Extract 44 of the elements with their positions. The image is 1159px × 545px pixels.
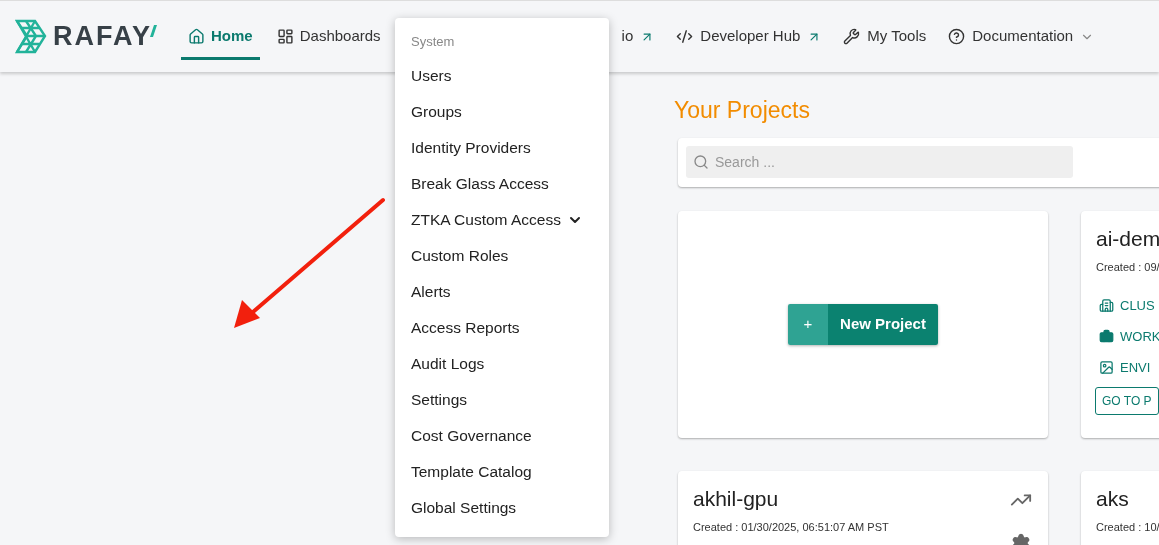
menu-item[interactable]: Groups [395, 94, 609, 130]
resource-link[interactable]: ENVI [1099, 357, 1159, 379]
nav-tab[interactable]: My Tools [843, 16, 927, 60]
menu-item[interactable]: Custom Roles [395, 238, 609, 274]
help-icon [948, 28, 966, 45]
menu-item[interactable]: Alerts [395, 274, 609, 310]
page-title: Your Projects [674, 96, 811, 125]
nav-tab[interactable]: io [621, 16, 655, 60]
search-field[interactable]: Search ... [686, 146, 1073, 179]
logo[interactable]: RAFAY [15, 19, 158, 54]
search-icon [693, 154, 709, 171]
logo-tick-icon [150, 24, 158, 37]
project-name: ai-dem [1096, 225, 1159, 252]
nav-tab[interactable]: Home [181, 16, 260, 60]
nav-tab[interactable]: Developer Hub [676, 16, 822, 60]
nav-tab[interactable]: Documentation [948, 16, 1095, 60]
created-date: Created : 01/30/2025, 06:51:07 AM PST [693, 519, 889, 535]
code-icon [676, 28, 694, 45]
logo-text: RAFAY [53, 23, 153, 50]
home-icon [188, 28, 206, 45]
project-name: aks [1096, 485, 1129, 512]
go-to-project-button[interactable]: GO TO P [1095, 387, 1159, 416]
dashboard-icon [276, 28, 294, 45]
created-date: Created : 10/ [1096, 519, 1159, 535]
project-name: akhil-gpu [693, 485, 779, 512]
created-date: Created : 09/ [1096, 259, 1159, 275]
menu-item[interactable]: Cost Governance [395, 418, 609, 454]
menu-item[interactable]: Access Reports [395, 310, 609, 346]
menu-item[interactable]: ZTKA Custom Access [395, 202, 609, 238]
menu-item[interactable]: Users [395, 58, 609, 94]
menu-item[interactable]: Break Glass Access [395, 166, 609, 202]
wrench-icon [843, 28, 861, 45]
menu-section-header: System [410, 33, 456, 51]
nav-tab[interactable]: Dashboards [269, 16, 388, 60]
briefcase-icon [1099, 329, 1114, 345]
resource-link[interactable]: CLUS [1099, 295, 1159, 317]
menu-item[interactable]: Audit Logs [395, 346, 609, 382]
menu-item[interactable]: Settings [395, 382, 609, 418]
logo-mark-icon [15, 19, 47, 54]
menu-item[interactable]: Template Catalog [395, 454, 609, 490]
image-icon [1099, 360, 1114, 376]
menu-item[interactable]: Identity Providers [395, 130, 609, 166]
menu-item[interactable]: Global Settings [395, 490, 609, 526]
building-icon [1099, 298, 1114, 314]
